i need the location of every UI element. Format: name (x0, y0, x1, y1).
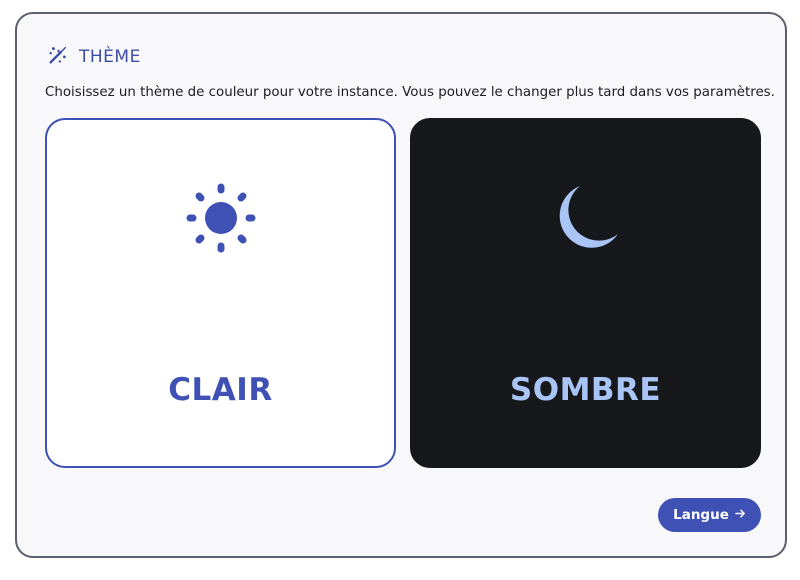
next-language-button[interactable]: Langue (658, 498, 761, 532)
theme-label-dark: SOMBRE (509, 372, 662, 408)
moon-icon (550, 182, 622, 254)
theme-option-light[interactable]: CLAIR (45, 118, 396, 468)
theme-palette-icon (47, 44, 69, 70)
section-header: THÈME (47, 44, 141, 70)
theme-label-light: CLAIR (168, 372, 273, 408)
page-title: THÈME (79, 47, 141, 67)
sun-icon (185, 182, 257, 254)
arrow-right-icon (735, 507, 746, 523)
description-text: Choisissez un thème de couleur pour votr… (45, 85, 775, 100)
theme-option-dark[interactable]: SOMBRE (410, 118, 761, 468)
next-button-label: Langue (673, 507, 729, 523)
theme-setup-panel: THÈME Choisissez un thème de couleur pou… (15, 12, 787, 558)
